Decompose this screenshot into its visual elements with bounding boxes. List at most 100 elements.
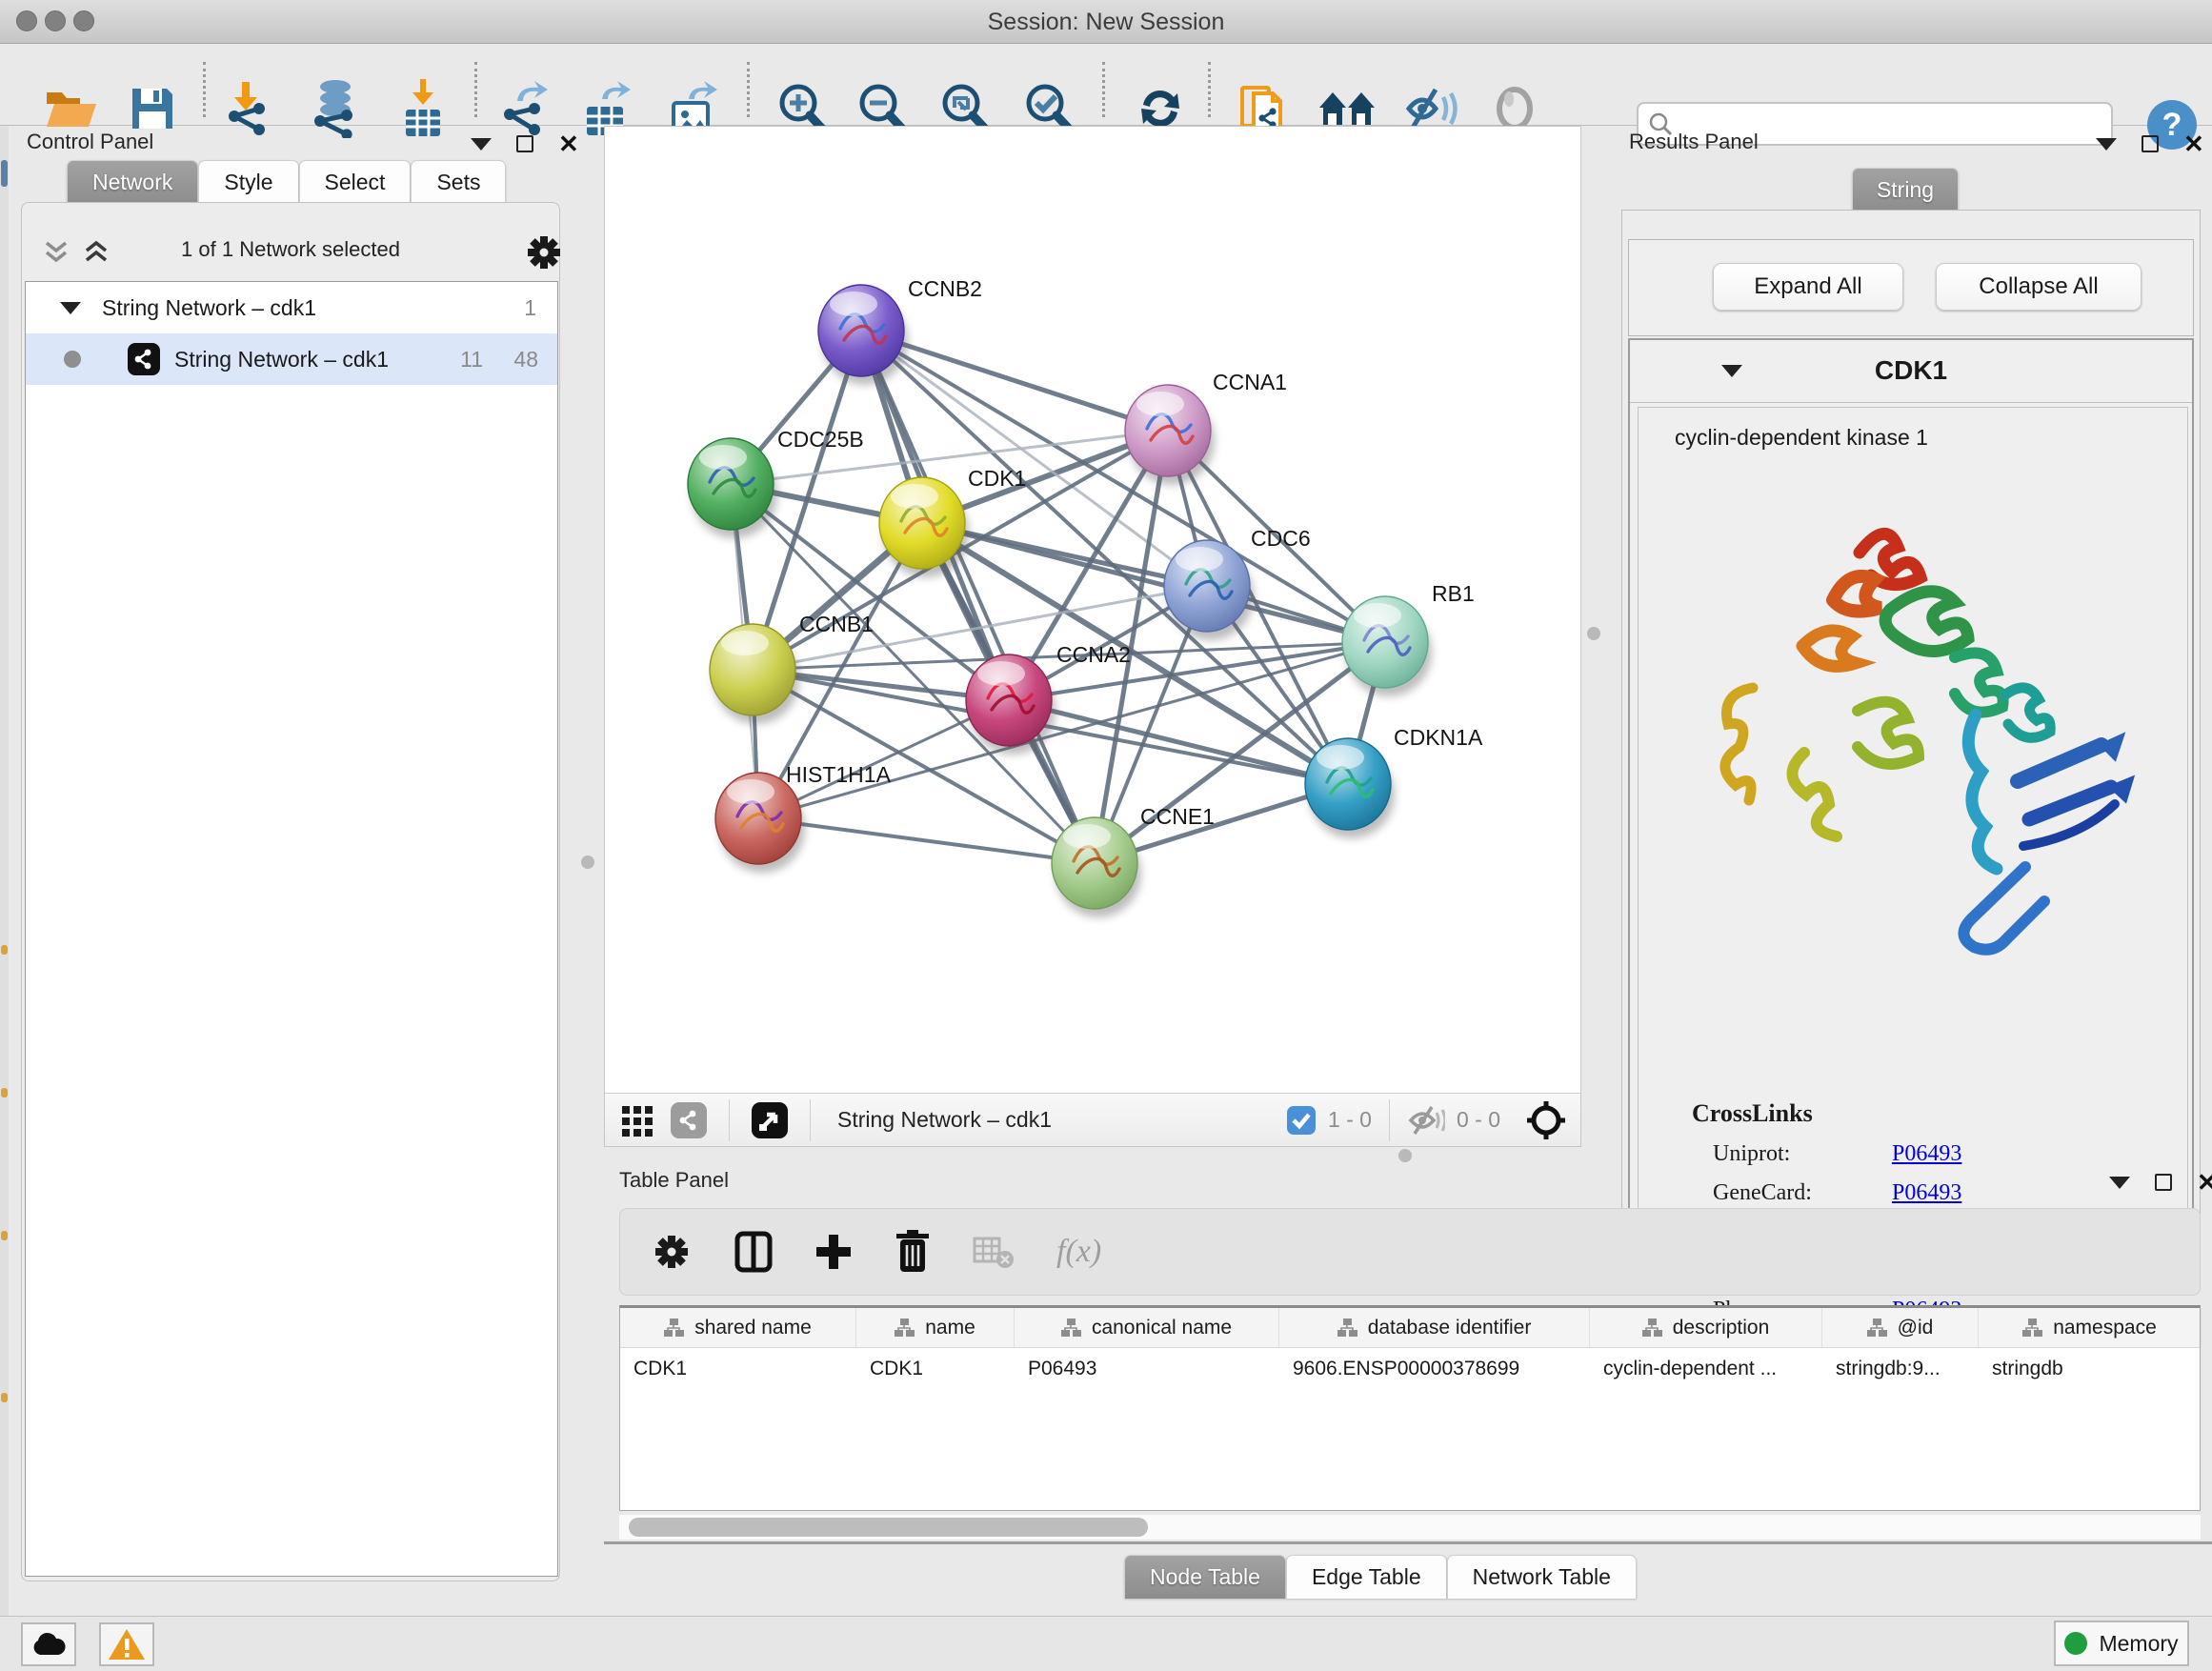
tab-string[interactable]: String xyxy=(1852,168,1959,211)
collapse-all-button[interactable]: Collapse All xyxy=(1936,263,2142,311)
table-toolbar: f(x) xyxy=(619,1208,2201,1296)
column-header-canonical-name[interactable]: canonical name xyxy=(1015,1308,1279,1347)
window-edge-strip xyxy=(0,126,9,1616)
network-node-hist1h1a[interactable] xyxy=(715,773,805,873)
panel-close-icon[interactable]: ✕ xyxy=(558,135,579,152)
expand-collapse-icon[interactable] xyxy=(60,302,81,314)
network-tree: String Network – cdk11String Network – c… xyxy=(25,281,558,1577)
network-canvas[interactable]: CCNB2CCNA1CDC25BCDK1CDC6RB1CCNB1CCNA2CDK… xyxy=(605,127,1580,1093)
network-view-toolbar: String Network – cdk1 1 - 0 0 - 0 xyxy=(605,1093,1580,1146)
network-list-toolbar: 1 of 1 Network selected xyxy=(22,230,559,273)
network-node-cdk1[interactable] xyxy=(879,477,969,577)
table-panel: Table Panel ✕ xyxy=(604,1160,2212,1606)
network-node-ccna1[interactable] xyxy=(1125,385,1215,485)
table-cell[interactable]: stringdb:9... xyxy=(1822,1348,1979,1390)
panel-close-icon[interactable]: ✕ xyxy=(2197,1174,2212,1191)
table-options-gear-icon[interactable] xyxy=(651,1231,693,1273)
network-share-view-icon[interactable] xyxy=(670,1101,708,1139)
tab-network-table[interactable]: Network Table xyxy=(1447,1555,1637,1599)
panel-float-icon[interactable] xyxy=(2142,135,2159,152)
network-tree-row[interactable]: String Network – cdk11 xyxy=(26,282,557,333)
column-type-icon xyxy=(1337,1319,1358,1338)
table-cell[interactable]: P06493 xyxy=(1015,1348,1279,1390)
gene-entry-body: cyclin-dependent kinase 1 xyxy=(1638,407,2188,1213)
selected-nodes-checkbox-icon[interactable] xyxy=(1286,1105,1317,1136)
column-header--id[interactable]: @id xyxy=(1822,1308,1979,1347)
memory-label: Memory xyxy=(2099,1631,2178,1657)
panel-float-icon[interactable] xyxy=(2155,1174,2172,1191)
function-builder-icon: f(x) xyxy=(1056,1234,1101,1270)
expand-all-button[interactable]: Expand All xyxy=(1713,263,1903,311)
column-header-namespace[interactable]: namespace xyxy=(1979,1308,2202,1347)
warning-status-button[interactable] xyxy=(99,1622,154,1666)
network-tree-row[interactable]: String Network – cdk1 11 48 xyxy=(26,333,557,385)
panel-float-icon[interactable] xyxy=(516,135,533,152)
tab-select[interactable]: Select xyxy=(299,160,412,204)
network-node-ccne1[interactable] xyxy=(1052,817,1141,917)
panel-menu-icon[interactable] xyxy=(2109,1177,2130,1189)
node-table: shared namenamecanonical namedatabase id… xyxy=(619,1305,2201,1511)
panel-close-icon[interactable]: ✕ xyxy=(2183,135,2204,152)
panel-menu-icon[interactable] xyxy=(2096,138,2117,151)
node-label-cdk1: CDK1 xyxy=(968,466,1026,491)
node-label-rb1: RB1 xyxy=(1432,581,1475,606)
scrollbar-thumb[interactable] xyxy=(629,1518,1148,1537)
network-edge[interactable] xyxy=(861,331,1095,863)
column-header-database-identifier[interactable]: database identifier xyxy=(1279,1308,1590,1347)
tab-style[interactable]: Style xyxy=(198,160,298,204)
node-label-ccnb2: CCNB2 xyxy=(908,276,982,301)
network-name-label: String Network – cdk1 xyxy=(174,347,389,372)
birdseye-view-icon[interactable] xyxy=(751,1101,789,1139)
delete-column-icon[interactable] xyxy=(895,1230,931,1274)
warning-icon xyxy=(108,1628,146,1661)
vertical-splitter-handle[interactable] xyxy=(1587,627,1600,640)
network-node-cdkn1a[interactable] xyxy=(1305,738,1395,838)
string-network-icon xyxy=(127,342,161,376)
grid-view-icon[interactable] xyxy=(620,1102,656,1138)
column-type-icon xyxy=(664,1319,685,1338)
table-cell[interactable]: 9606.ENSP00000378699 xyxy=(1279,1348,1590,1390)
show-columns-icon[interactable] xyxy=(734,1231,773,1273)
vertical-splitter-handle[interactable] xyxy=(581,856,594,869)
table-horizontal-scrollbar[interactable] xyxy=(619,1515,2201,1540)
network-options-gear-icon[interactable] xyxy=(525,233,563,272)
column-header-shared-name[interactable]: shared name xyxy=(620,1308,856,1347)
window-title: Session: New Session xyxy=(0,9,2212,36)
string-results-container: Expand All Collapse All CDK1 cyclin-depe… xyxy=(1621,210,2201,1263)
tab-node-table[interactable]: Node Table xyxy=(1124,1555,1286,1599)
column-header-name[interactable]: name xyxy=(856,1308,1015,1347)
table-cell[interactable]: cyclin-dependent ... xyxy=(1590,1348,1822,1390)
column-type-icon xyxy=(2022,1319,2043,1338)
column-type-icon xyxy=(1061,1319,1082,1338)
gene-description: cyclin-dependent kinase 1 xyxy=(1675,425,1928,451)
memory-status-dot xyxy=(2064,1632,2087,1655)
network-edge[interactable] xyxy=(758,818,1095,863)
table-cell[interactable]: CDK1 xyxy=(620,1348,856,1390)
tab-sets[interactable]: Sets xyxy=(411,160,506,204)
column-header-description[interactable]: description xyxy=(1590,1308,1822,1347)
node-label-ccna1: CCNA1 xyxy=(1213,370,1287,394)
network-node-rb1[interactable] xyxy=(1342,596,1432,696)
table-cell[interactable]: CDK1 xyxy=(856,1348,1015,1390)
tab-network[interactable]: Network xyxy=(67,160,198,204)
network-node-ccna2[interactable] xyxy=(966,654,1056,755)
table-cell[interactable]: stringdb xyxy=(1979,1348,2202,1390)
hidden-nodes-eye-icon[interactable] xyxy=(1407,1105,1445,1136)
cloud-status-button[interactable] xyxy=(21,1622,76,1666)
crosshair-icon[interactable] xyxy=(1525,1099,1567,1141)
column-type-icon xyxy=(1867,1319,1888,1338)
edge-count: 48 xyxy=(513,347,538,372)
tab-edge-table[interactable]: Edge Table xyxy=(1286,1555,1447,1599)
node-count: 11 xyxy=(460,347,483,372)
collection-count: 1 xyxy=(524,295,536,321)
table-row[interactable]: CDK1CDK1P064939606.ENSP00000378699cyclin… xyxy=(620,1348,2200,1390)
network-node-cdc25b[interactable] xyxy=(688,438,777,538)
cloud-icon xyxy=(31,1632,66,1657)
network-nodes xyxy=(688,285,1432,917)
gene-entry-header[interactable]: CDK1 xyxy=(1630,340,2192,403)
network-node-ccnb2[interactable] xyxy=(818,285,908,385)
panel-menu-icon[interactable] xyxy=(471,138,492,151)
add-column-icon[interactable] xyxy=(814,1233,853,1271)
memory-button[interactable]: Memory xyxy=(2054,1621,2189,1666)
node-label-ccne1: CCNE1 xyxy=(1140,804,1215,829)
